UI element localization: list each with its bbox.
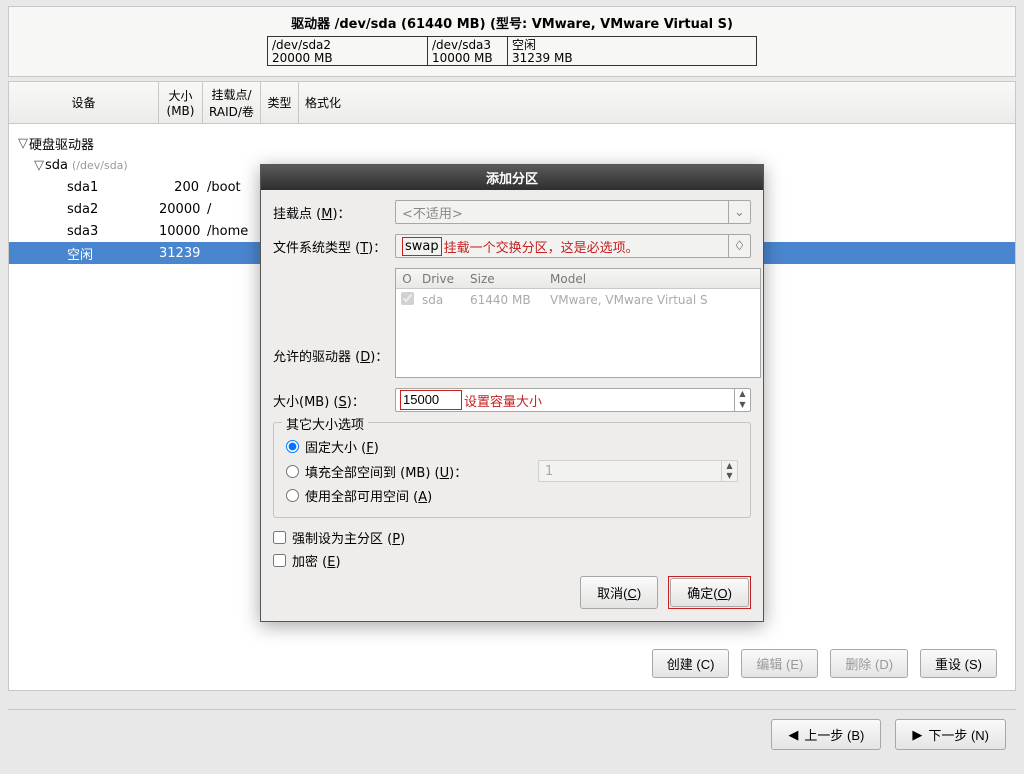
separator — [8, 709, 1016, 710]
allowable-drives-label: 允许的驱动器 (D)： — [273, 346, 395, 365]
radio-use-all[interactable]: 使用全部可用空间 (A) — [286, 486, 738, 505]
radio-fill-to[interactable]: 填充全部空间到 (MB) (U)： 1 ▲▼ — [286, 460, 738, 482]
size-annotation: 设置容量大小 — [464, 391, 542, 410]
dialog-title: 添加分区 — [261, 165, 763, 190]
arrow-right-icon: ▶ — [912, 727, 922, 743]
drive-checkbox — [401, 292, 414, 305]
col-type[interactable]: 类型 — [261, 82, 299, 123]
col-device[interactable]: 设备 — [9, 82, 159, 123]
drive-summary-panel: 驱动器 /dev/sda (61440 MB) (型号: VMware, VMw… — [8, 6, 1016, 77]
drive-segment: /dev/sda2 20000 MB — [268, 37, 428, 65]
col-size[interactable]: 大小(MB) — [159, 82, 203, 123]
fill-to-spinner: 1 ▲▼ — [538, 460, 738, 482]
drive-segment: 空闲 31239 MB — [508, 37, 756, 65]
create-button[interactable]: 创建 (C) — [652, 649, 730, 678]
ok-button[interactable]: 确定(O) — [670, 578, 749, 607]
disclosure-icon[interactable]: ▽ — [33, 158, 45, 173]
drive-segment: /dev/sda3 10000 MB — [428, 37, 508, 65]
size-input[interactable] — [403, 392, 459, 407]
col-mount[interactable]: 挂载点/ RAID/卷 — [203, 82, 261, 123]
arrow-left-icon: ◀ — [788, 727, 798, 743]
drive-row[interactable]: sda 61440 MB VMware, VMware Virtual S — [396, 289, 760, 311]
drive-title: 驱动器 /dev/sda (61440 MB) (型号: VMware, VMw… — [291, 13, 733, 36]
other-size-legend: 其它大小选项 — [282, 414, 368, 433]
encrypt-checkbox[interactable]: 加密 (E) — [273, 551, 751, 570]
tree-root[interactable]: ▽ 硬盘驱动器 — [9, 132, 1015, 154]
force-primary-checkbox[interactable]: 强制设为主分区 (P) — [273, 528, 751, 547]
fstype-combo[interactable]: swap 挂载一个交换分区，这是必选项。 ♢ — [395, 234, 751, 258]
size-spinner[interactable]: 设置容量大小 ▲▼ — [395, 388, 751, 412]
size-label: 大小(MB) (S)： — [273, 391, 395, 410]
radio-fixed-size[interactable]: 固定大小 (F) — [286, 437, 738, 456]
nav-buttons: ◀ 上一步 (B) ▶ 下一步 (N) — [771, 719, 1006, 750]
chevron-down-icon: ⌄ — [728, 201, 750, 223]
col-format[interactable]: 格式化 — [299, 82, 347, 123]
mountpoint-label: 挂载点 (M)： — [273, 203, 395, 222]
mountpoint-combo[interactable]: <不适用> ⌄ — [395, 200, 751, 224]
edit-button: 编辑 (E) — [741, 649, 818, 678]
column-headers: 设备 大小(MB) 挂载点/ RAID/卷 类型 格式化 — [9, 82, 1015, 124]
main-action-buttons: 创建 (C) 编辑 (E) 删除 (D) 重设 (S) — [652, 649, 997, 678]
disclosure-icon[interactable]: ▽ — [17, 136, 29, 151]
reset-button[interactable]: 重设 (S) — [920, 649, 997, 678]
next-button[interactable]: ▶ 下一步 (N) — [895, 719, 1006, 750]
other-size-options: 其它大小选项 固定大小 (F) 填充全部空间到 (MB) (U)： 1 ▲▼ 使… — [273, 422, 751, 518]
spinner-buttons[interactable]: ▲▼ — [734, 389, 750, 411]
fstype-label: 文件系统类型 (T)： — [273, 237, 395, 256]
back-button[interactable]: ◀ 上一步 (B) — [771, 719, 881, 750]
add-partition-dialog: 添加分区 挂载点 (M)： <不适用> ⌄ 文件系统类型 (T)： swap 挂… — [260, 164, 764, 622]
drives-header: O Drive Size Model — [396, 269, 760, 289]
cancel-button[interactable]: 取消(C) — [580, 576, 658, 609]
fstype-annotation: 挂载一个交换分区，这是必选项。 — [444, 237, 639, 256]
drive-usage-bar: /dev/sda2 20000 MB /dev/sda3 10000 MB 空闲… — [267, 36, 757, 66]
allowable-drives-table[interactable]: O Drive Size Model sda 61440 MB VMware, … — [395, 268, 761, 378]
spinner-icon: ♢ — [728, 235, 750, 257]
delete-button: 删除 (D) — [830, 649, 908, 678]
